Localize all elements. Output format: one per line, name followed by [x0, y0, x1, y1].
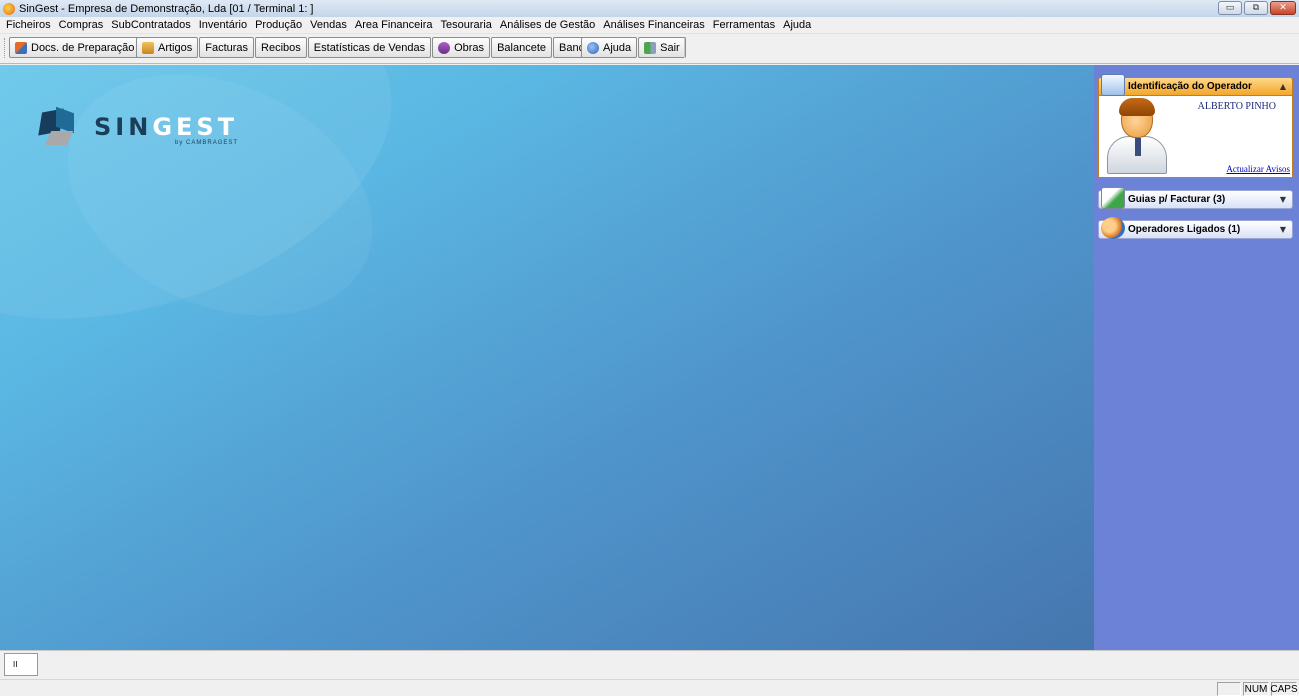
close-button[interactable]: ✕	[1270, 1, 1296, 15]
balancete-button[interactable]: Balancete	[491, 37, 552, 58]
num-lock-indicator: NUM	[1243, 682, 1269, 696]
operator-panel-header[interactable]: Identificação do Operador ▲	[1098, 74, 1293, 96]
caps-lock-indicator: CAPS	[1270, 682, 1298, 696]
users-icon	[1101, 217, 1125, 239]
toolbar-group-help: Ajuda Sair	[581, 37, 686, 60]
toolbar-grip[interactable]	[4, 38, 7, 58]
toolbar-group-main: Artigos Facturas Recibos Estatísticas de…	[136, 37, 602, 60]
toolbar: Docs. de Preparação Artigos Facturas Rec…	[0, 34, 1299, 64]
menu-tesouraria[interactable]: Tesouraria	[437, 19, 496, 31]
menu-compras[interactable]: Compras	[55, 19, 108, 31]
id-card-icon	[1101, 74, 1125, 96]
help-icon	[587, 41, 599, 54]
window-title: SinGest - Empresa de Demonstração, Lda […	[19, 2, 314, 15]
menu-ajuda[interactable]: Ajuda	[779, 19, 815, 31]
logo-name-light: GEST	[152, 112, 239, 141]
docs-preparacao-label: Docs. de Preparação	[31, 41, 135, 54]
edit-icon	[15, 41, 27, 54]
logo-mark-icon	[34, 106, 80, 153]
logo-subtitle: by CAMBRAGEST	[175, 139, 239, 146]
artigos-button[interactable]: Artigos	[136, 37, 199, 58]
menu-producao[interactable]: Produção	[251, 19, 306, 31]
expand-icon[interactable]: ▼	[1280, 195, 1286, 204]
estatisticas-button[interactable]: Estatísticas de Vendas	[307, 37, 432, 58]
estatisticas-label: Estatísticas de Vendas	[313, 41, 426, 54]
restore-button[interactable]: ⧉	[1244, 1, 1268, 15]
operator-panel-title: Identificação do Operador	[1128, 81, 1252, 92]
items-icon	[142, 41, 154, 54]
menu-bar: Ficheiros Compras SubContratados Inventá…	[0, 17, 1299, 34]
status-bar: NUM CAPS	[0, 679, 1299, 696]
app-icon	[3, 2, 15, 15]
menu-subcontratados[interactable]: SubContratados	[107, 19, 195, 31]
facturas-label: Facturas	[205, 41, 249, 54]
window-controls: ▭ ⧉ ✕	[1218, 1, 1296, 15]
logo-name: SINGEST	[94, 115, 238, 139]
ajuda-button[interactable]: Ajuda	[581, 37, 638, 58]
operadores-panel-title: Operadores Ligados (1)	[1128, 224, 1241, 235]
guias-panel-header[interactable]: Guias p/ Facturar (3) ▼	[1098, 187, 1293, 209]
refresh-alerts-link[interactable]: Actualizar Avisos	[1226, 164, 1290, 174]
main-workspace: SINGEST by CAMBRAGEST	[0, 65, 1094, 650]
side-panel: Identificação do Operador ▲ ALBERTO PINH…	[1094, 65, 1299, 650]
menu-ficheiros[interactable]: Ficheiros	[2, 19, 55, 31]
singest-logo: SINGEST by CAMBRAGEST	[34, 106, 239, 153]
recibos-label: Recibos	[261, 41, 301, 54]
menu-area-financeira[interactable]: Area Financeira	[351, 19, 437, 31]
title-bar: SinGest - Empresa de Demonstração, Lda […	[0, 0, 1299, 17]
menu-analises-financeiras[interactable]: Análises Financeiras	[599, 19, 709, 31]
mdi-tab[interactable]: II	[4, 653, 38, 676]
mdi-tab-bar: II	[0, 650, 1299, 679]
operator-avatar	[1105, 98, 1167, 176]
operator-panel-body: ALBERTO PINHO Actualizar Avisos	[1098, 96, 1293, 178]
menu-analises-gestao[interactable]: Análises de Gestão	[496, 19, 599, 31]
balancete-label: Balancete	[497, 41, 546, 54]
artigos-label: Artigos	[158, 41, 193, 54]
status-cell-empty	[1217, 682, 1241, 696]
recibos-button[interactable]: Recibos	[255, 37, 307, 58]
docs-preparacao-button[interactable]: Docs. de Preparação	[9, 37, 141, 58]
obras-label: Obras	[454, 41, 485, 54]
invoice-guides-icon	[1101, 187, 1125, 209]
menu-vendas[interactable]: Vendas	[306, 19, 351, 31]
guias-panel-title: Guias p/ Facturar (3)	[1128, 194, 1226, 205]
operadores-panel-header[interactable]: Operadores Ligados (1) ▼	[1098, 217, 1293, 239]
minimize-button[interactable]: ▭	[1218, 1, 1242, 15]
exit-icon	[644, 41, 657, 54]
collapse-icon[interactable]: ▲	[1280, 82, 1286, 91]
obras-icon	[438, 41, 451, 54]
operator-name: ALBERTO PINHO	[1197, 101, 1276, 112]
sair-button[interactable]: Sair	[638, 37, 686, 58]
facturas-button[interactable]: Facturas	[199, 37, 255, 58]
toolbar-group-docs: Docs. de Preparação	[9, 37, 141, 60]
menu-inventario[interactable]: Inventário	[195, 19, 251, 31]
obras-button[interactable]: Obras	[432, 37, 491, 58]
expand-icon[interactable]: ▼	[1280, 225, 1286, 234]
logo-name-dark: SIN	[94, 112, 153, 141]
ajuda-label: Ajuda	[603, 41, 632, 54]
sair-label: Sair	[660, 41, 680, 54]
menu-ferramentas[interactable]: Ferramentas	[709, 19, 779, 31]
toolbar-separator	[684, 38, 687, 58]
